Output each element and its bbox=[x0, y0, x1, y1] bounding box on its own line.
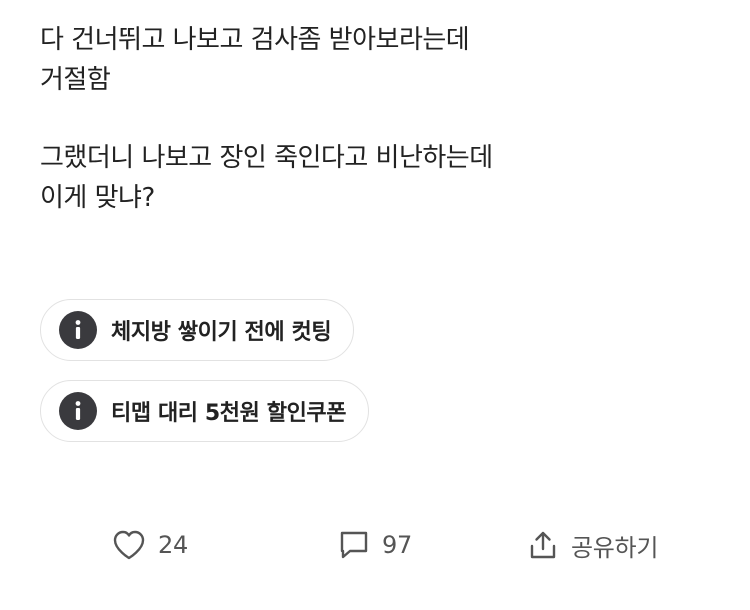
related-link-chip[interactable]: 티맵 대리 5천원 할인쿠폰 bbox=[40, 380, 370, 442]
post-line: 이게 맞냐? bbox=[40, 183, 155, 213]
comment-icon bbox=[338, 529, 370, 561]
post-paragraph: 그랬더니 나보고 장인 죽인다고 비난하는데 이게 맞냐? bbox=[40, 138, 720, 218]
info-icon bbox=[59, 311, 97, 349]
share-button[interactable]: 공유하기 bbox=[527, 520, 658, 570]
post-paragraph: 다 건너뛰고 나보고 검사좀 받아보라는데 거절함 bbox=[40, 20, 720, 100]
post-line: 그랬더니 나보고 장인 죽인다고 비난하는데 bbox=[40, 143, 493, 173]
related-link-label: 체지방 쌓이기 전에 컷팅 bbox=[111, 320, 332, 345]
share-label: 공유하기 bbox=[571, 533, 659, 562]
share-icon bbox=[527, 529, 559, 561]
post-body: 다 건너뛰고 나보고 검사좀 받아보라는데 거절함 그랬더니 나보고 장인 죽인… bbox=[40, 20, 720, 218]
comment-button[interactable]: 97 bbox=[338, 520, 412, 570]
post-action-bar: 24 97 공유하기 bbox=[0, 520, 750, 570]
like-count: 24 bbox=[158, 531, 188, 559]
post-line: 다 건너뛰고 나보고 검사좀 받아보라는데 bbox=[40, 25, 470, 55]
like-button[interactable]: 24 bbox=[112, 520, 188, 570]
related-link-chip[interactable]: 체지방 쌓이기 전에 컷팅 bbox=[40, 299, 355, 361]
heart-icon bbox=[112, 529, 146, 561]
related-link-label: 티맵 대리 5천원 할인쿠폰 bbox=[111, 401, 347, 426]
info-icon bbox=[59, 392, 97, 430]
comment-count: 97 bbox=[382, 531, 412, 559]
post-line: 거절함 bbox=[40, 65, 111, 95]
